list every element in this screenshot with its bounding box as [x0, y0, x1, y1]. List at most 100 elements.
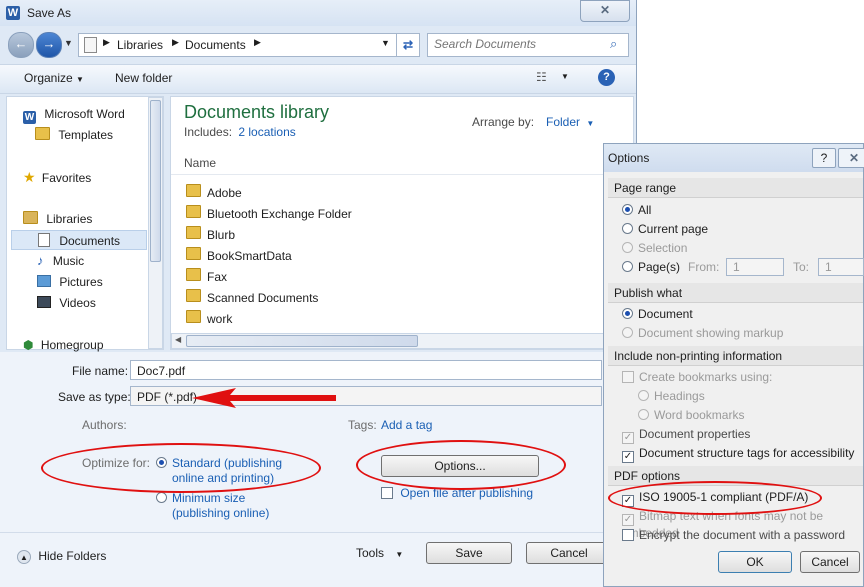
ok-button[interactable]: OK — [718, 551, 792, 573]
options-close-button[interactable]: ✕ — [838, 148, 864, 168]
bookmarks-headings-radio[interactable]: Headings — [638, 389, 705, 403]
cancel-button[interactable]: Cancel — [526, 542, 612, 564]
close-icon: ✕ — [848, 151, 860, 165]
tags-label: Tags: — [348, 418, 377, 432]
nav-item-favorites[interactable]: ★ Favorites — [23, 167, 91, 187]
refresh-button[interactable]: ⇄ — [396, 33, 420, 57]
tools-label: Tools — [356, 546, 385, 560]
new-folder-button[interactable]: New folder — [115, 71, 172, 85]
document-properties-checkbox[interactable]: ✓ Document properties — [622, 427, 750, 444]
file-horizontal-scrollbar[interactable]: ◀ — [171, 333, 619, 349]
nav-item-label: Microsoft Word — [44, 107, 125, 121]
close-icon: ✕ — [599, 3, 611, 17]
includes-locations-link[interactable]: 2 locations — [238, 125, 295, 139]
nav-item-templates[interactable]: Templates — [35, 125, 113, 145]
nav-item-microsoft-word[interactable]: W Microsoft Word — [23, 104, 125, 124]
page-range-pages-radio[interactable]: Page(s) — [622, 260, 680, 274]
scroll-left-icon[interactable]: ◀ — [175, 335, 181, 344]
nav-scrollbar-thumb[interactable] — [150, 100, 161, 262]
breadcrumb-libraries[interactable]: Libraries — [117, 38, 163, 52]
help-icon[interactable]: ? — [598, 69, 615, 86]
address-dropdown-icon[interactable]: ▼ — [381, 38, 390, 48]
to-label: To: — [793, 260, 810, 274]
search-input[interactable] — [434, 36, 604, 52]
collapse-icon: ▲ — [17, 550, 31, 564]
radio-unselected-icon — [638, 409, 649, 420]
folder-icon — [186, 310, 201, 323]
annotation-oval-optimize — [41, 443, 321, 493]
publish-document-radio[interactable]: Document — [622, 307, 693, 321]
nav-item-label: Libraries — [46, 212, 93, 226]
footer-divider — [0, 532, 636, 533]
nav-scrollbar[interactable] — [148, 97, 163, 349]
nav-item-music[interactable]: ♪ Music — [37, 251, 84, 271]
search-box[interactable]: ⌕ — [427, 33, 629, 57]
file-name: Blurb — [207, 228, 236, 242]
options-cancel-button[interactable]: Cancel — [800, 551, 860, 573]
save-button[interactable]: Save — [426, 542, 512, 564]
window-title: Save As — [27, 6, 72, 20]
address-bar[interactable]: ▶ Libraries ▶ Documents ▶ ▼ — [78, 33, 398, 57]
create-bookmarks-checkbox[interactable]: Create bookmarks using: — [622, 370, 772, 384]
structure-tags-label: Document structure tags for accessibilit… — [639, 446, 855, 460]
file-row[interactable]: work — [186, 310, 232, 326]
tools-menu[interactable]: Tools ▼ — [356, 546, 403, 560]
file-scrollbar-thumb[interactable] — [186, 335, 418, 347]
nav-item-label: Homegroup — [40, 338, 104, 352]
help-icon: ? — [820, 151, 828, 165]
file-name: Adobe — [207, 186, 242, 200]
arrange-by-dropdown[interactable]: Folder ▼ — [546, 115, 594, 129]
bookmarks-word-radio[interactable]: Word bookmarks — [638, 408, 744, 422]
nav-item-libraries[interactable]: Libraries — [23, 209, 92, 229]
views-chevron-down-icon[interactable]: ▼ — [561, 72, 569, 81]
forward-button[interactable]: → — [36, 32, 62, 58]
nav-item-label: Documents — [59, 234, 121, 248]
name-column-header[interactable]: Name — [184, 156, 216, 170]
page-range-selection-radio[interactable]: Selection — [622, 241, 687, 255]
nav-item-documents[interactable]: Documents — [11, 230, 147, 250]
nav-item-videos[interactable]: Videos — [37, 293, 96, 313]
from-spinner[interactable]: 1 — [726, 258, 784, 276]
file-row[interactable]: BookSmartData — [186, 247, 292, 263]
structure-tags-checkbox[interactable]: ✓ Document structure tags for accessibili… — [622, 446, 854, 463]
file-name-label: File name: — [72, 364, 129, 378]
music-icon: ♪ — [37, 253, 44, 268]
page-range-current-radio[interactable]: Current page — [622, 222, 708, 236]
breadcrumb-documents[interactable]: Documents — [185, 38, 246, 52]
breadcrumb-separator-icon: ▶ — [103, 37, 110, 47]
options-dialog: Options ? ✕ Page range All Current page … — [603, 143, 864, 587]
publish-markup-radio[interactable]: Document showing markup — [622, 326, 783, 340]
add-tag-link[interactable]: Add a tag — [381, 418, 432, 432]
checkbox-checked-icon: ✓ — [622, 432, 634, 444]
title-bar: W Save As ✕ — [0, 0, 636, 26]
document-properties-label: Document properties — [639, 427, 751, 441]
authors-label: Authors: — [82, 418, 127, 432]
help-button[interactable]: ? — [812, 148, 836, 168]
encrypt-checkbox[interactable]: Encrypt the document with a password — [622, 528, 845, 542]
views-icon[interactable]: ☷ — [536, 70, 547, 84]
file-row[interactable]: Blurb — [186, 226, 235, 242]
computer-location-icon — [84, 37, 97, 53]
file-row[interactable]: Bluetooth Exchange Folder — [186, 205, 352, 221]
organize-menu[interactable]: Organize ▼ — [24, 71, 84, 85]
current-page-label: Current page — [638, 222, 709, 236]
file-row[interactable]: Scanned Documents — [186, 289, 318, 305]
file-name-field[interactable]: Doc7.pdf — [130, 360, 602, 380]
close-button[interactable]: ✕ — [580, 0, 630, 22]
file-row[interactable]: Fax — [186, 268, 227, 284]
all-label: All — [638, 203, 652, 217]
checkbox-icon — [622, 371, 634, 383]
back-button[interactable]: ← — [8, 32, 34, 58]
from-label: From: — [688, 260, 720, 274]
arrange-by-label: Arrange by: — [472, 115, 535, 129]
hide-folders-button[interactable]: ▲ Hide Folders — [17, 549, 106, 564]
forward-arrow-icon: → — [42, 36, 56, 51]
page-range-all-radio[interactable]: All — [622, 203, 651, 217]
word-app-icon: W — [6, 6, 20, 20]
recent-pages-chevron-icon[interactable]: ▼ — [64, 38, 73, 48]
nav-item-pictures[interactable]: Pictures — [37, 272, 103, 292]
radio-selected-icon — [622, 204, 633, 215]
file-row[interactable]: Adobe — [186, 184, 242, 200]
to-spinner[interactable]: 1 — [818, 258, 864, 276]
file-name: Scanned Documents — [207, 291, 319, 305]
